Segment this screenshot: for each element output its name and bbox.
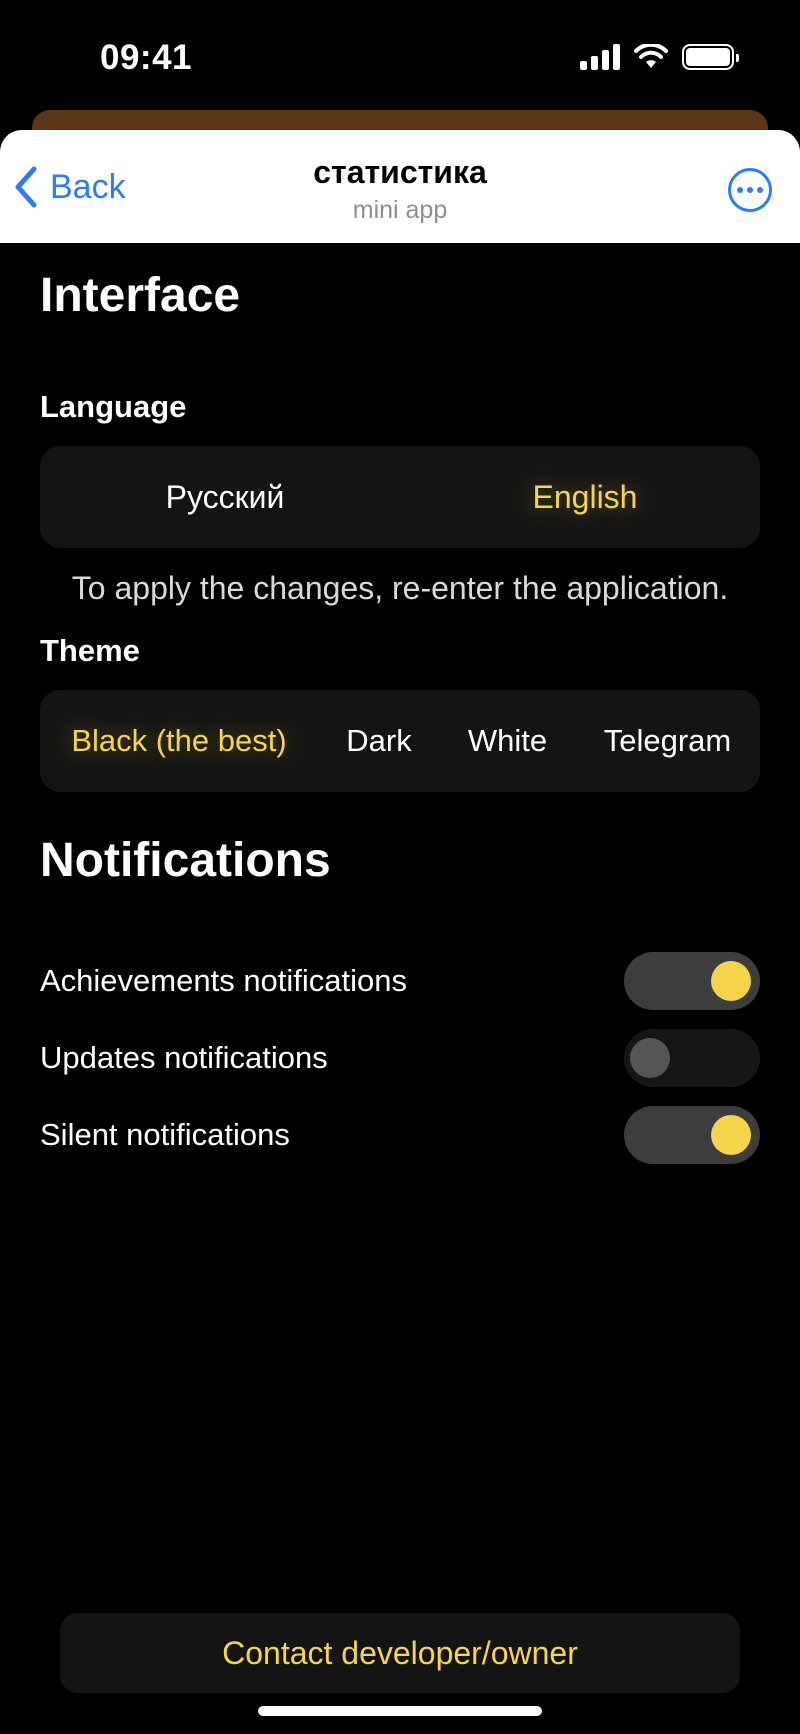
theme-option-white[interactable]: White [440, 723, 575, 759]
screen: 09:41 Back статистика mini app Interface… [0, 0, 800, 1734]
battery-icon [682, 44, 739, 70]
wifi-icon [634, 44, 668, 68]
theme-option-dark[interactable]: Dark [318, 723, 440, 759]
home-indicator [258, 1706, 542, 1716]
achievements-toggle[interactable] [624, 952, 760, 1010]
mini-app-header: Back статистика mini app [0, 130, 800, 243]
header-subtitle: mini app [352, 196, 448, 224]
toggle-knob [711, 961, 751, 1001]
status-time: 09:41 [100, 38, 193, 77]
theme-option-telegram[interactable]: Telegram [575, 723, 760, 759]
language-option-russian[interactable]: Русский [40, 479, 410, 516]
status-bar: 09:41 [0, 0, 800, 110]
language-selector: Русский English [40, 446, 760, 548]
toggle-knob [630, 1038, 670, 1078]
notification-label: Achievements notifications [40, 963, 408, 998]
notifications-title: Notifications [40, 834, 331, 887]
theme-label: Theme [40, 633, 140, 668]
language-label: Language [40, 389, 187, 424]
language-option-english[interactable]: English [410, 479, 760, 516]
interface-title: Interface [40, 269, 241, 322]
more-options-button[interactable] [728, 168, 772, 212]
notification-row-achievements: Achievements notifications [40, 952, 760, 1010]
more-icon-dot [737, 187, 743, 193]
notification-label: Silent notifications [40, 1117, 290, 1152]
language-note: To apply the changes, re-enter the appli… [71, 570, 729, 606]
notification-label: Updates notifications [40, 1040, 328, 1075]
theme-selector: Black (the best) Dark White Telegram [40, 690, 760, 792]
updates-toggle[interactable] [624, 1029, 760, 1087]
silent-toggle[interactable] [624, 1106, 760, 1164]
notification-row-silent: Silent notifications [40, 1106, 760, 1164]
cellular-signal-icon [580, 44, 620, 70]
notification-row-updates: Updates notifications [40, 1029, 760, 1087]
more-icon-dot [757, 187, 763, 193]
status-icons [580, 44, 739, 70]
header-title: статистика [313, 154, 487, 190]
contact-developer-button[interactable]: Contact developer/owner [60, 1613, 740, 1693]
toggle-knob [711, 1115, 751, 1155]
more-icon-dot [747, 187, 753, 193]
theme-option-black[interactable]: Black (the best) [40, 723, 318, 759]
